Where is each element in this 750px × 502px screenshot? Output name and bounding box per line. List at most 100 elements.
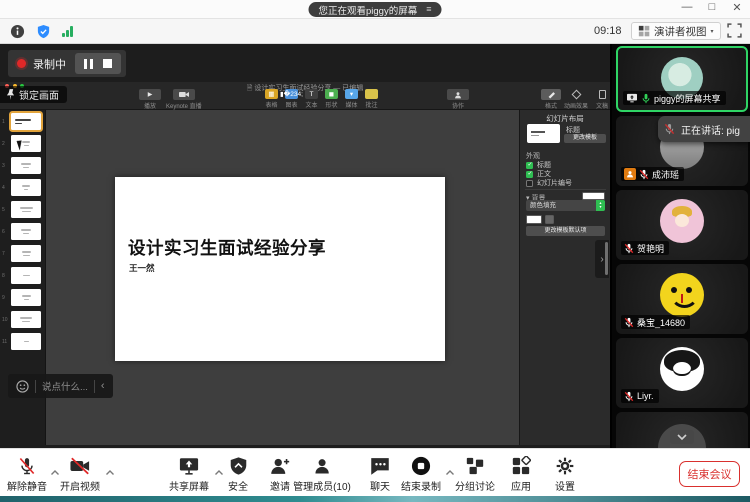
- slide-thumbnail-2[interactable]: 2: [0, 135, 45, 157]
- chat-collapse-icon[interactable]: ‹: [101, 381, 105, 392]
- share-screen-button[interactable]: 共享屏幕: [169, 456, 209, 493]
- slide-number: 9: [2, 295, 5, 301]
- slide-thumbnail-10[interactable]: 10: [0, 311, 45, 333]
- fullscreen-icon[interactable]: [727, 23, 742, 43]
- participant-tile-sangbao[interactable]: 桑宝_14680: [616, 264, 748, 334]
- keynote-live-button[interactable]: Keynote 直播: [166, 89, 202, 110]
- slide-thumbnail-5[interactable]: 5: [0, 201, 45, 223]
- avatar: [660, 273, 704, 317]
- pause-recording-button[interactable]: [84, 59, 93, 69]
- checkbox[interactable]: [526, 171, 533, 178]
- camera-off-icon: [69, 456, 91, 476]
- mic-options-chevron[interactable]: [50, 463, 60, 481]
- emoji-icon[interactable]: [16, 380, 29, 393]
- meeting-info-icon[interactable]: [10, 24, 25, 44]
- chat-input[interactable]: 说点什么...: [42, 379, 88, 393]
- mic-muted-icon: [624, 391, 634, 402]
- minimize-button[interactable]: —: [680, 1, 694, 14]
- slide-thumbnail-7[interactable]: 7: [0, 245, 45, 267]
- stop-recording-button[interactable]: [103, 59, 112, 68]
- shape-icon: ◼: [325, 89, 338, 99]
- apps-button[interactable]: 应用: [511, 456, 531, 493]
- document-setup-button[interactable]: 文稿: [592, 89, 610, 110]
- invite-button[interactable]: 邀请: [270, 456, 291, 493]
- security-button[interactable]: 安全: [228, 456, 248, 493]
- insert-table-button[interactable]: ▦ 表格: [265, 89, 278, 109]
- banner-menu-icon[interactable]: ≡: [426, 5, 431, 14]
- participant-name-badge: piggy的屏幕共享: [623, 91, 726, 105]
- slide-thumbnail-3[interactable]: 3: [0, 157, 45, 179]
- play-icon: ▶: [139, 89, 161, 100]
- vertical-scrollbar[interactable]: [605, 242, 608, 275]
- slide-thumbnail-4[interactable]: 4: [0, 179, 45, 201]
- slide-thumbnail-9[interactable]: 9: [0, 289, 45, 311]
- chat-button[interactable]: 聊天: [370, 456, 391, 493]
- layout-thumbnail[interactable]: [527, 124, 560, 143]
- meeting-header: 09:18 演讲者视图 ▾: [0, 19, 750, 44]
- animate-button[interactable]: 动画效果: [564, 89, 588, 110]
- stepper-arrows-icon[interactable]: ▲▼: [596, 200, 605, 211]
- end-meeting-button[interactable]: 结束会议: [679, 461, 740, 487]
- maximize-button[interactable]: □: [705, 1, 719, 14]
- participant-tile-piggy[interactable]: piggy的屏幕共享: [616, 46, 748, 112]
- color-picker-icon[interactable]: [545, 215, 554, 224]
- fill-type-dropdown[interactable]: 颜色填充 ▲▼: [526, 200, 605, 211]
- share-options-chevron[interactable]: [214, 463, 224, 481]
- insert-comment-button[interactable]: 批注: [365, 89, 378, 109]
- unmute-button[interactable]: 解除静音: [7, 456, 47, 493]
- connection-signal-icon[interactable]: [62, 26, 73, 37]
- video-camera-icon: [173, 89, 195, 100]
- start-video-button[interactable]: 开启视频: [60, 456, 100, 493]
- close-button[interactable]: ✕: [730, 1, 744, 14]
- mic-muted-icon: [624, 317, 634, 328]
- slide-number: 4: [2, 185, 5, 191]
- slide-title[interactable]: 设计实习生面试经验分享: [128, 235, 326, 260]
- host-badge-icon: [624, 168, 636, 180]
- mic-muted-icon: [639, 169, 649, 180]
- format-panel-button[interactable]: 格式: [541, 89, 561, 110]
- manage-participants-button[interactable]: 管理成员(10): [293, 456, 351, 493]
- insert-shape-button[interactable]: ◼ 形状: [325, 89, 338, 109]
- template-defaults-button[interactable]: 更改模板默认项: [526, 226, 605, 236]
- settings-button[interactable]: 设置: [555, 456, 575, 493]
- comment-icon: [365, 89, 378, 99]
- stop-recording-button[interactable]: 结束录制: [401, 456, 441, 493]
- collaborate-button[interactable]: 协作: [447, 89, 469, 110]
- pinned-view-chip[interactable]: 锁定画面: [0, 86, 67, 103]
- keynote-play-button[interactable]: ▶ 播放: [139, 89, 161, 110]
- video-options-chevron[interactable]: [105, 463, 115, 481]
- current-slide[interactable]: 设计实习生面试经验分享 王一然: [115, 177, 445, 361]
- invite-person-icon: [270, 456, 291, 476]
- insert-text-button[interactable]: T 文本: [305, 89, 318, 109]
- insert-chart-button[interactable]: ▮�234; 图表: [285, 89, 298, 109]
- slide-subtitle[interactable]: 王一然: [129, 262, 155, 274]
- checkbox[interactable]: [526, 180, 533, 187]
- view-mode-button[interactable]: 演讲者视图 ▾: [631, 22, 721, 40]
- text-icon: T: [305, 89, 318, 99]
- breakout-rooms-button[interactable]: 分组讨论: [455, 456, 495, 493]
- participant-tile-liyr[interactable]: Liyr.: [616, 338, 748, 408]
- background-color-well[interactable]: [582, 192, 605, 200]
- participant-tile-heyanming[interactable]: 贺艳明: [616, 190, 748, 260]
- slide-number: 2: [2, 141, 5, 147]
- checkbox[interactable]: [526, 162, 533, 169]
- change-template-button[interactable]: 更改模板: [564, 134, 606, 143]
- recording-options-chevron[interactable]: [445, 463, 455, 481]
- slide-thumbnail-11[interactable]: 11: [0, 333, 45, 355]
- insert-media-button[interactable]: ▾ 媒体: [345, 89, 358, 109]
- slide-thumbnail-8[interactable]: 8: [0, 267, 45, 289]
- fill-color-swatch[interactable]: [526, 215, 542, 224]
- screen-share-icon: [626, 93, 638, 103]
- slide-number: 10: [2, 317, 8, 323]
- slide-canvas[interactable]: 设计实习生面试经验分享 王一然: [46, 110, 519, 445]
- window-controls: — □ ✕: [680, 1, 744, 14]
- stop-record-icon: [411, 456, 431, 476]
- watching-banner[interactable]: 您正在观看piggy的屏幕 ≡: [309, 2, 442, 17]
- encryption-shield-icon[interactable]: [36, 24, 51, 44]
- checkbox-row-slide-number[interactable]: 幻灯片编号: [526, 178, 572, 188]
- participant-name-badge: 桑宝_14680: [621, 315, 690, 329]
- chevron-down-icon[interactable]: [670, 430, 694, 444]
- slide-thumbnail-1[interactable]: 1: [0, 113, 45, 135]
- recording-label: 录制中: [33, 56, 66, 72]
- slide-thumbnail-6[interactable]: 6: [0, 223, 45, 245]
